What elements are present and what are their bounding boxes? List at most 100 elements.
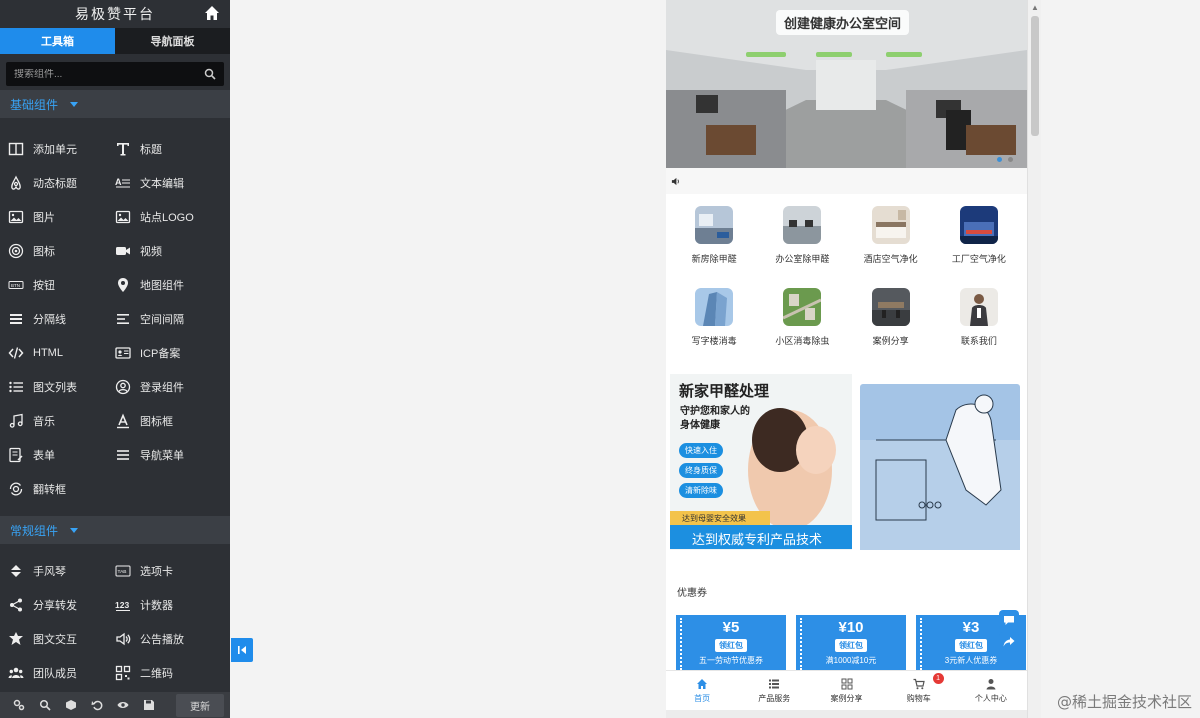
accordion-icon xyxy=(11,565,21,577)
component-html[interactable]: HTML xyxy=(8,336,115,370)
component-dynamic-title[interactable]: 动态标题 xyxy=(8,166,115,200)
component-team[interactable]: 团队成员 xyxy=(8,656,115,690)
claim-coupon-button[interactable]: 领红包 xyxy=(955,639,987,652)
section-common-components[interactable]: 常规组件 xyxy=(0,516,230,544)
image-icon xyxy=(8,210,24,224)
layers-tool[interactable] xyxy=(58,699,84,711)
component-map[interactable]: 地图组件 xyxy=(115,268,222,302)
component-label: 手风琴 xyxy=(33,566,66,578)
component-label: 按钮 xyxy=(33,280,55,292)
service-label: 写字楼消毒 xyxy=(691,336,737,346)
share-button[interactable] xyxy=(999,632,1019,652)
tab-nav-panel[interactable]: 导航面板 xyxy=(115,28,230,54)
component-image-text-interact[interactable]: 图文交互 xyxy=(8,622,115,656)
component-tabs[interactable]: TAB 选项卡 xyxy=(115,554,222,588)
menu-icon xyxy=(117,450,129,460)
service-thumb-cases xyxy=(871,288,910,326)
update-button[interactable]: 更新 xyxy=(176,693,224,717)
tab-label: 首页 xyxy=(694,693,711,703)
divider-icon xyxy=(10,314,22,324)
tab-products[interactable]: 产品服务 xyxy=(738,671,810,710)
tab-cart[interactable]: 购物车 1 xyxy=(883,671,955,710)
service-item[interactable]: 酒店空气净化 xyxy=(847,206,935,288)
collapse-sidebar-button[interactable] xyxy=(231,638,253,662)
cart-icon xyxy=(913,678,925,689)
component-share[interactable]: 分享转发 xyxy=(8,588,115,622)
component-announcement[interactable]: 公告播放 xyxy=(115,622,222,656)
coupon-card[interactable]: ¥10 领红包 满1000减10元 xyxy=(796,615,906,673)
carousel-dot[interactable] xyxy=(1008,157,1013,162)
code-icon xyxy=(8,347,24,359)
tab-home[interactable]: 首页 xyxy=(666,671,738,710)
scroll-up-arrow-icon[interactable]: ▲ xyxy=(1031,3,1039,12)
service-item[interactable]: 办公室除甲醛 xyxy=(758,206,846,288)
promo-banner[interactable]: 新家甲醛处理 守护您和家人的 身体健康 快速入住 终身质保 清新除味 达到母婴安… xyxy=(666,370,1027,554)
carousel-dots[interactable] xyxy=(997,157,1013,162)
component-video[interactable]: 视频 xyxy=(115,234,222,268)
undo-tool[interactable] xyxy=(84,699,110,711)
component-music[interactable]: 音乐 xyxy=(8,404,115,438)
carousel-dot[interactable] xyxy=(997,157,1002,162)
component-button[interactable]: BTN 按钮 xyxy=(8,268,115,302)
cube-icon xyxy=(66,700,76,710)
component-icon[interactable]: 图标 xyxy=(8,234,115,268)
sidebar-tabs: 工具箱 导航面板 xyxy=(0,28,230,54)
sidebar-header: 易极赞平台 xyxy=(0,0,230,28)
chat-button[interactable] xyxy=(999,610,1019,630)
speaker-icon xyxy=(116,632,131,646)
platform-title: 易极赞平台 xyxy=(75,6,155,22)
scroll-thumb[interactable] xyxy=(1031,16,1039,136)
share-arrow-icon xyxy=(1003,637,1015,647)
service-item[interactable]: 联系我们 xyxy=(935,288,1023,370)
service-item[interactable]: 新房除甲醛 xyxy=(670,206,758,288)
component-form[interactable]: 表单 xyxy=(8,438,115,472)
announcement-bar xyxy=(666,168,1027,194)
horizontal-scrollbar[interactable] xyxy=(666,710,1027,718)
common-component-grid: 手风琴 TAB 选项卡 分享转发 123 计数器 图文交互 公告播放 团队成员 二维… xyxy=(0,544,230,690)
search-tool[interactable] xyxy=(32,699,58,711)
component-image[interactable]: 图片 xyxy=(8,200,115,234)
component-flip-box[interactable]: 翻转框 xyxy=(8,472,115,506)
component-add-unit[interactable]: 添加单元 xyxy=(8,132,115,166)
component-divider[interactable]: 分隔线 xyxy=(8,302,115,336)
component-site-logo[interactable]: 站点LOGO xyxy=(115,200,222,234)
component-title[interactable]: 标题 xyxy=(115,132,222,166)
service-item[interactable]: 案例分享 xyxy=(847,288,935,370)
component-image-text-list[interactable]: 图文列表 xyxy=(8,370,115,404)
component-icon-box[interactable]: 图标框 xyxy=(115,404,222,438)
claim-coupon-button[interactable]: 领红包 xyxy=(715,639,747,652)
component-nav-menu[interactable]: 导航菜单 xyxy=(115,438,222,472)
component-icp[interactable]: ICP备案 xyxy=(115,336,222,370)
search-icon[interactable] xyxy=(204,68,216,80)
component-label: ICP备案 xyxy=(140,348,181,360)
component-label: 空间间隔 xyxy=(140,314,184,326)
section-basic-components[interactable]: 基础组件 xyxy=(0,90,230,118)
settings-tool[interactable] xyxy=(6,699,32,711)
tab-cases[interactable]: 案例分享 xyxy=(810,671,882,710)
service-label: 案例分享 xyxy=(872,336,909,346)
claim-coupon-button[interactable]: 领红包 xyxy=(835,639,867,652)
tab-toolbox[interactable]: 工具箱 xyxy=(0,28,115,54)
bottom-tab-bar: 首页 产品服务 案例分享 购物车 1 个人中心 xyxy=(666,670,1027,710)
component-accordion[interactable]: 手风琴 xyxy=(8,554,115,588)
service-item[interactable]: 小区消毒除虫 xyxy=(758,288,846,370)
component-label: 图文列表 xyxy=(33,382,77,394)
component-spacing[interactable]: 空间间隔 xyxy=(115,302,222,336)
hero-banner[interactable]: 创建健康办公室空间 xyxy=(666,0,1027,168)
component-counter[interactable]: 123 计数器 xyxy=(115,588,222,622)
search-input[interactable] xyxy=(14,68,204,80)
component-login[interactable]: 登录组件 xyxy=(115,370,222,404)
component-qrcode[interactable]: 二维码 xyxy=(115,656,222,690)
home-icon[interactable] xyxy=(204,5,220,21)
component-text-editor[interactable]: A 文本编辑 xyxy=(115,166,222,200)
preview-scrollbar[interactable]: ▲ xyxy=(1027,0,1041,718)
coupon-card[interactable]: ¥5 领红包 五一劳动节优惠券 xyxy=(676,615,786,673)
service-item[interactable]: 写字楼消毒 xyxy=(670,288,758,370)
save-tool[interactable] xyxy=(136,699,162,711)
preview-tool[interactable] xyxy=(110,699,136,711)
tab-profile[interactable]: 个人中心 xyxy=(955,671,1027,710)
component-label: 导航菜单 xyxy=(140,450,184,462)
component-label: 动态标题 xyxy=(33,178,77,190)
service-item[interactable]: 工厂空气净化 xyxy=(935,206,1023,288)
cart-badge: 1 xyxy=(932,673,944,684)
